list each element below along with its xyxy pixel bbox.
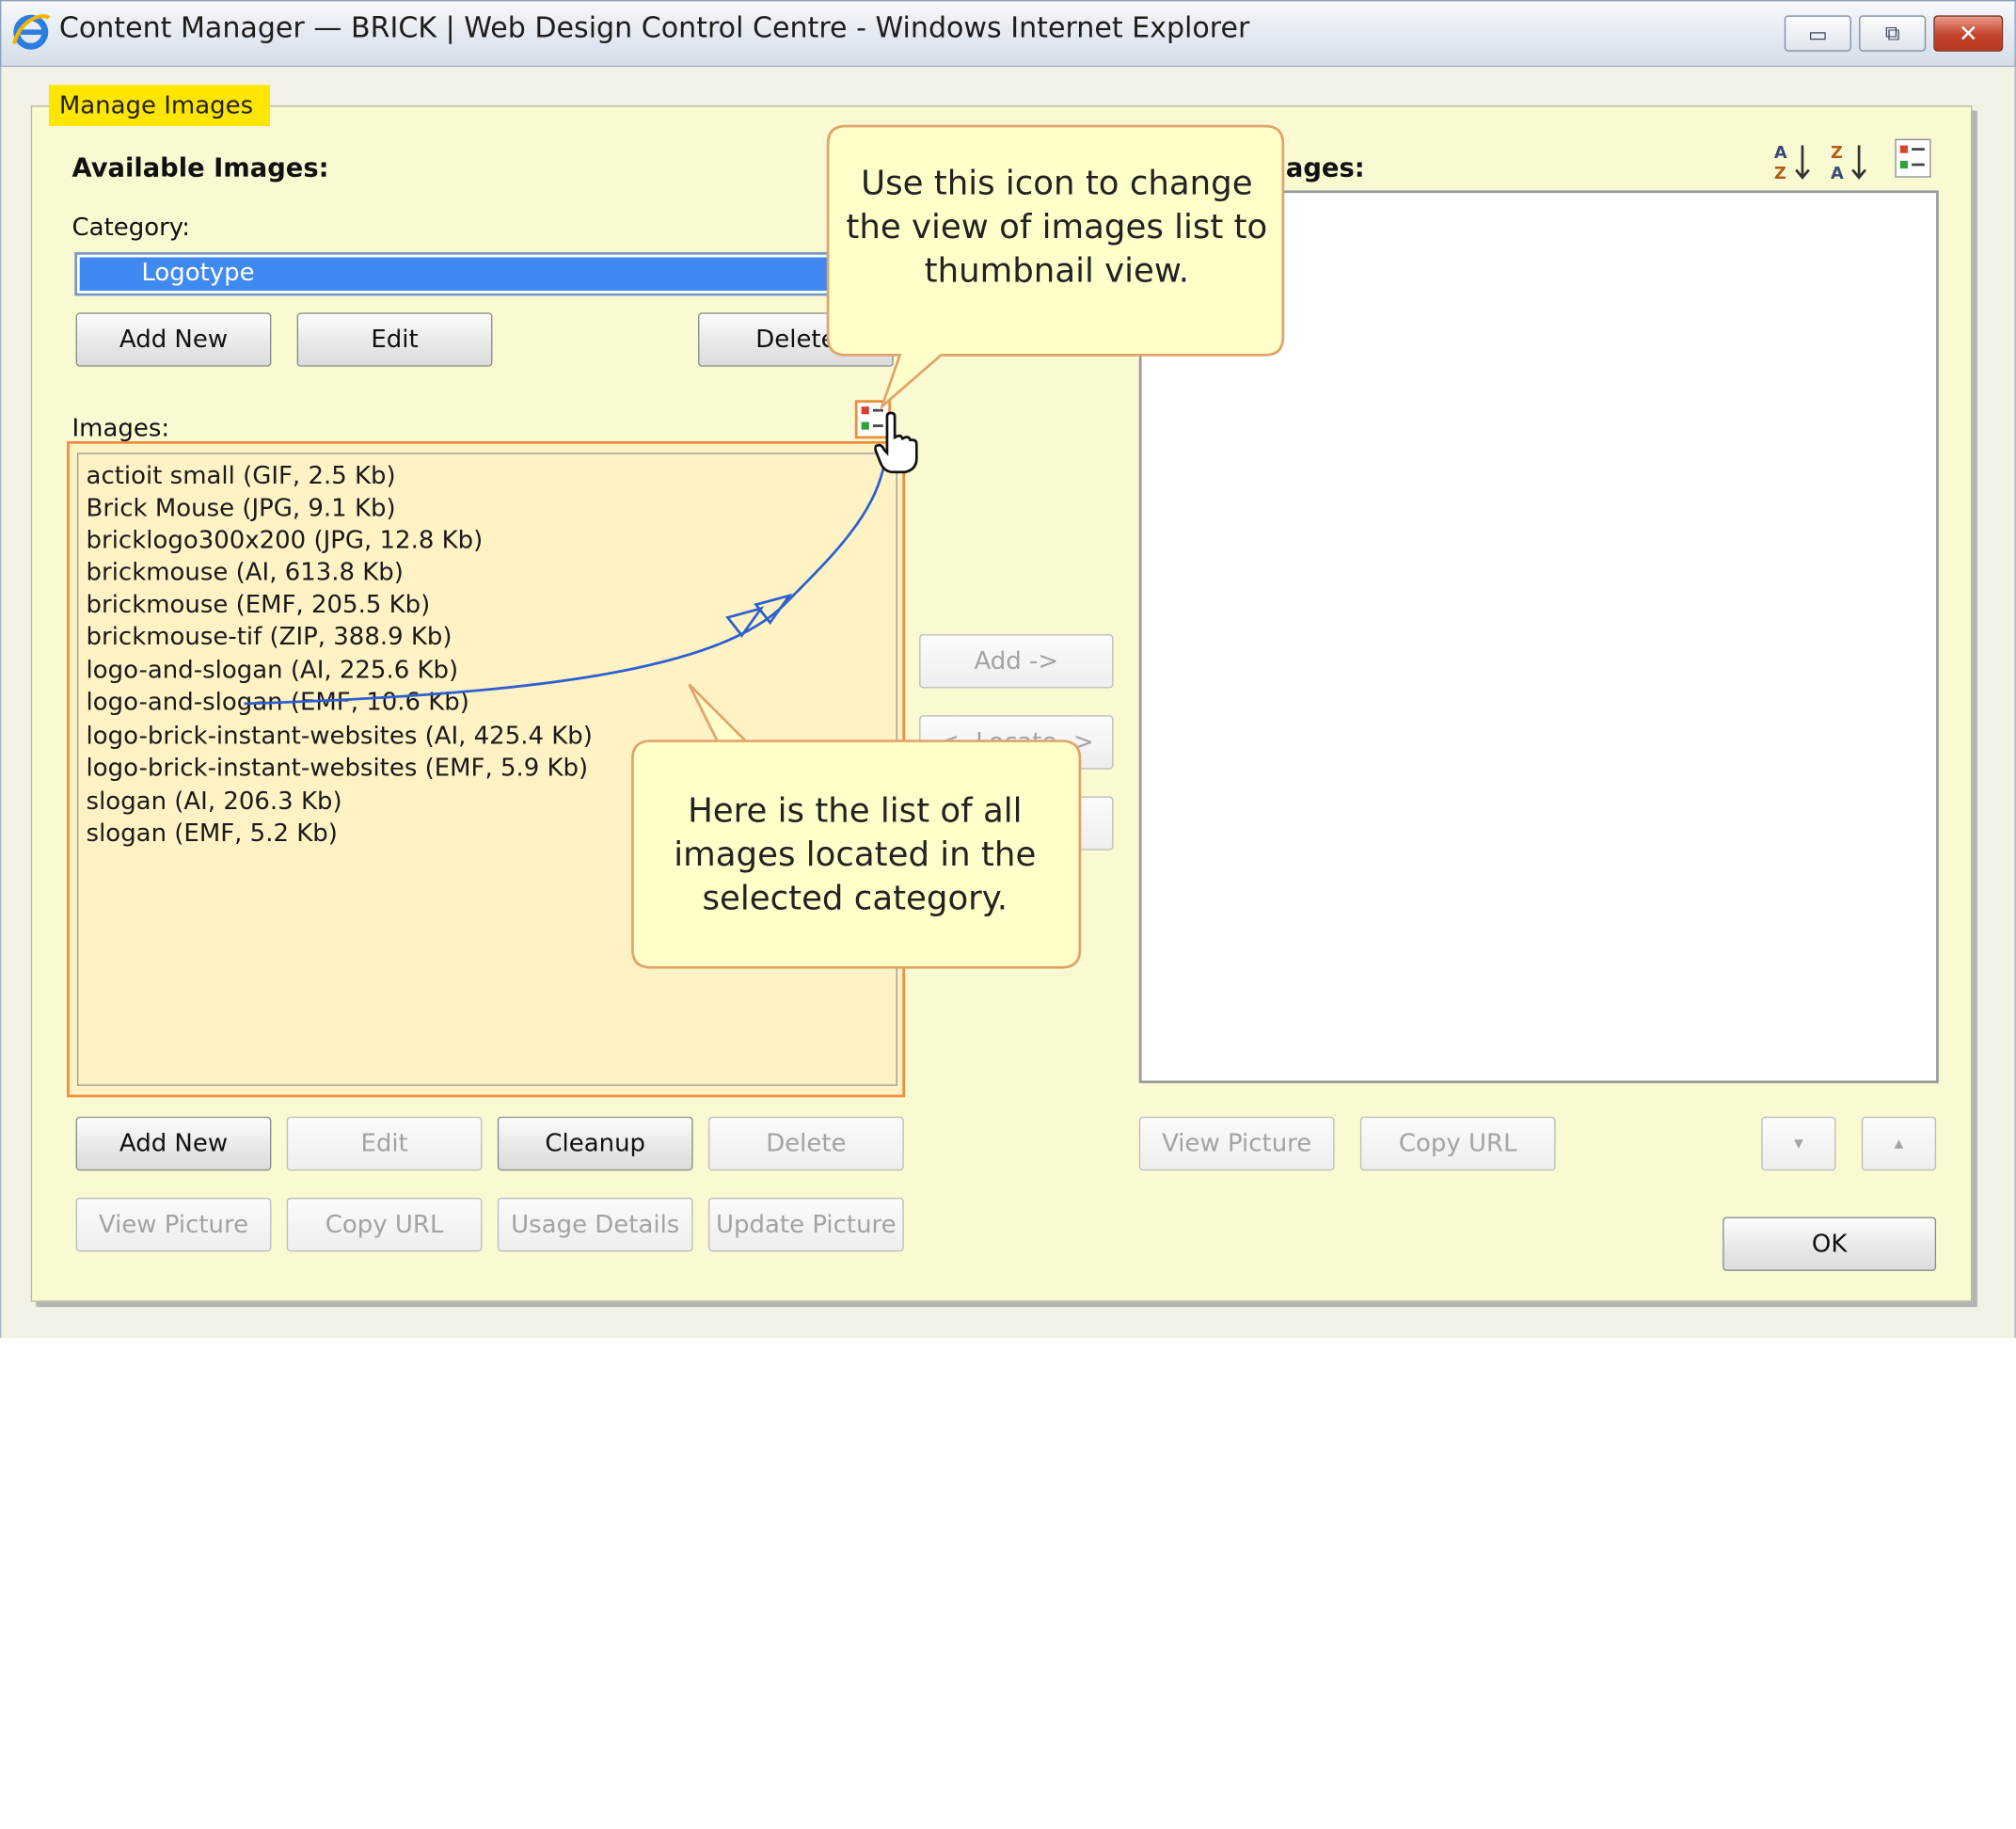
pointer-arrow — [244, 462, 886, 706]
hand-cursor-icon — [874, 411, 918, 474]
